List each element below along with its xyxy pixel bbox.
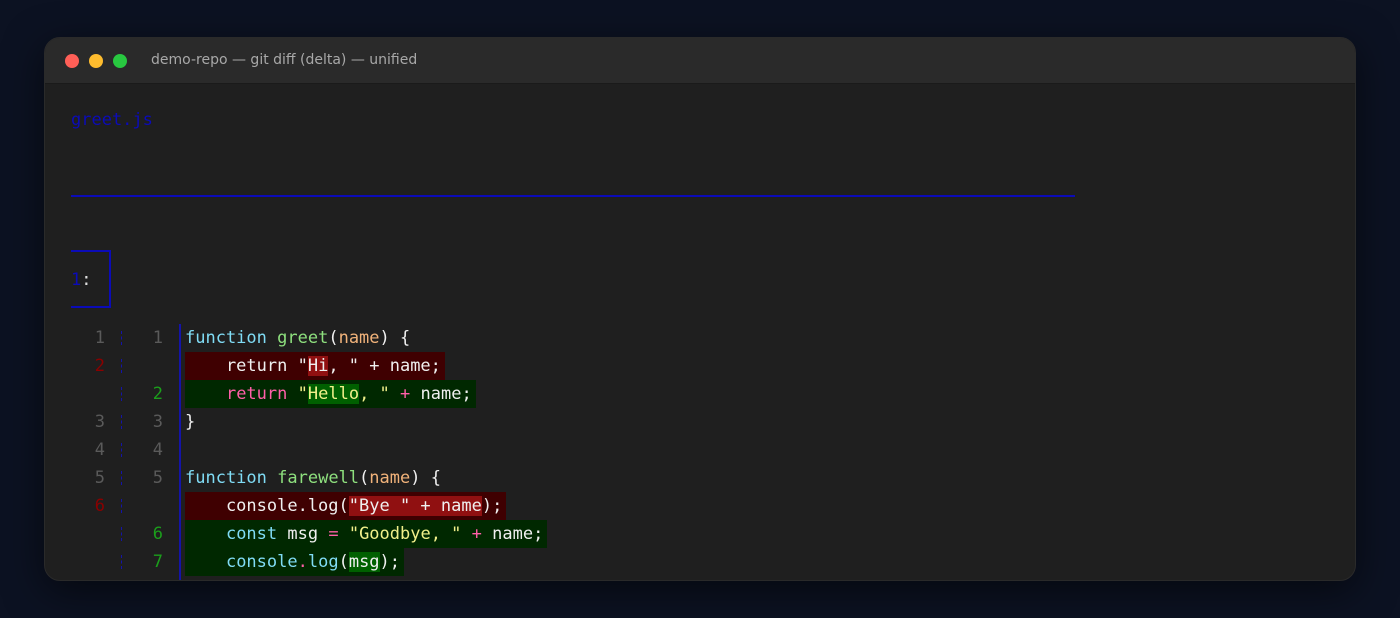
diff-line: 7 8 } (45, 576, 1355, 580)
gutter-separator (121, 471, 122, 485)
old-line-number: 6 (94, 496, 105, 516)
gutter-separator (121, 555, 122, 569)
old-line-number: 5 (94, 468, 105, 488)
new-line-number: 3 (152, 412, 163, 432)
hunk-suffix: : (81, 270, 92, 290)
new-line-number: 6 (152, 524, 163, 544)
gutter-separator (121, 415, 122, 429)
terminal-window: demo-repo — git diff (delta) — unified g… (44, 37, 1356, 581)
diff-line: 4 4 (45, 436, 1355, 464)
old-line-number: 7 (85, 576, 105, 580)
diff-line: 7 console.log(msg); (45, 548, 1355, 576)
file-name: greet.js (71, 110, 153, 130)
minimize-button[interactable] (89, 54, 103, 68)
new-line-number: 7 (152, 552, 163, 572)
code-line: function farewell(name) { (185, 468, 441, 488)
close-button[interactable] (65, 54, 79, 68)
diff-line: 1 1 function greet(name) { (45, 324, 1355, 352)
old-line-number: 2 (94, 356, 105, 376)
hunk-number: 1 (71, 270, 82, 290)
gutter-separator (121, 527, 122, 541)
code-separator (179, 520, 181, 548)
gutter-separator (121, 387, 122, 401)
code-separator (179, 576, 181, 580)
maximize-button[interactable] (113, 54, 127, 68)
diff-line: 6 console.log("Bye " + name); (45, 492, 1355, 520)
gutter-separator (121, 359, 122, 373)
code-line: } (185, 576, 199, 580)
code-line-added: return "Hello, " + name; (185, 380, 476, 408)
code-separator (179, 324, 181, 352)
title-bar: demo-repo — git diff (delta) — unified (45, 38, 1355, 84)
code-separator (179, 464, 181, 492)
diff-line: 6 const msg = "Goodbye, " + name; (45, 520, 1355, 548)
diff-line: 5 5 function farewell(name) { (45, 464, 1355, 492)
old-line-number: 1 (94, 328, 105, 348)
code-separator (179, 408, 181, 436)
diff-line: 2 return "Hello, " + name; (45, 380, 1355, 408)
code-separator (179, 436, 181, 464)
gutter-separator (121, 443, 122, 457)
code-line-removed: return "Hi, " + name; (185, 352, 445, 380)
file-header-rule (71, 195, 1075, 197)
code-line: function greet(name) { (185, 328, 411, 348)
code-line-removed: console.log("Bye " + name); (185, 492, 507, 520)
code-separator (179, 548, 181, 576)
code-line: } (185, 412, 196, 432)
gutter-separator (121, 499, 122, 513)
diff-line: 2 return "Hi, " + name; (45, 352, 1355, 380)
old-line-number: 4 (94, 440, 105, 460)
code-line-added: console.log(msg); (185, 548, 405, 576)
new-line-number: 4 (152, 440, 163, 460)
code-separator (179, 352, 181, 380)
diff-line: 3 3 } (45, 408, 1355, 436)
gutter-separator (121, 331, 122, 345)
new-line-number: 8 (143, 576, 163, 580)
code-line-added: const msg = "Goodbye, " + name; (185, 520, 548, 548)
window-title: demo-repo — git diff (delta) — unified (151, 52, 418, 68)
code-separator (179, 492, 181, 520)
diff-lines: 1 1 function greet(name) { 2 return "Hi,… (45, 324, 1355, 580)
hunk-header: 1: (71, 270, 92, 290)
old-line-number: 3 (94, 412, 105, 432)
code-separator (179, 380, 181, 408)
new-line-number: 5 (152, 468, 163, 488)
new-line-number: 2 (152, 384, 163, 404)
new-line-number: 1 (152, 328, 163, 348)
